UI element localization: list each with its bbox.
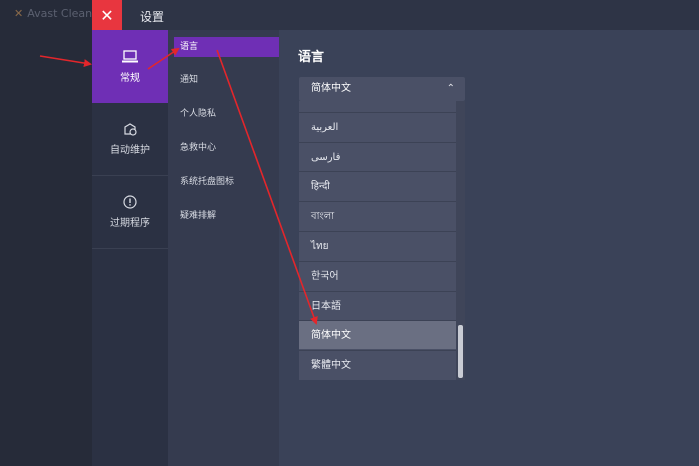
category-label: 常规	[120, 72, 140, 84]
category-label: 过期程序	[110, 218, 150, 229]
subnav-item-notifications[interactable]: 通知	[174, 70, 279, 90]
language-option[interactable]: 한국어	[299, 261, 456, 290]
close-icon: ✕	[100, 5, 114, 25]
background-app-name: Avast Clean	[27, 7, 93, 20]
laptop-icon	[122, 49, 138, 62]
language-option[interactable]: ไทย	[299, 231, 456, 260]
language-option[interactable]: हिन्दी	[299, 171, 456, 200]
category-general[interactable]: 常规	[92, 30, 168, 103]
language-option[interactable]: 日本語	[299, 291, 456, 320]
category-auto-maintenance[interactable]: 自动维护	[92, 103, 168, 176]
background-app-logo: ✕ Avast Clean	[14, 7, 92, 20]
subnav-item-privacy[interactable]: 个人隐私	[174, 104, 279, 124]
subnav-item-troubleshooting[interactable]: 疑难排解	[174, 206, 279, 226]
language-option[interactable]: 繁體中文	[299, 350, 456, 379]
language-select-value: 简体中文	[311, 83, 351, 94]
avast-logo-icon: ✕	[14, 7, 24, 20]
settings-subnav: 语言 通知 个人隐私 急救中心 系统托盘图标 疑难排解	[168, 30, 279, 466]
close-button[interactable]: ✕	[92, 0, 122, 30]
subnav-item-language[interactable]: 语言	[174, 37, 279, 57]
language-option[interactable]: العربية	[299, 112, 456, 141]
language-option[interactable]: বাংলা	[299, 201, 456, 230]
window-title: 设置	[140, 10, 165, 24]
category-sidebar: 常规 自动维护 过期程序	[92, 30, 168, 466]
language-option-selected[interactable]: 简体中文	[299, 320, 456, 349]
category-expired-programs[interactable]: 过期程序	[92, 176, 168, 249]
category-label: 自动维护	[110, 145, 150, 156]
alert-icon	[123, 195, 137, 209]
subnav-item-rescue-center[interactable]: 急救中心	[174, 138, 279, 158]
language-option[interactable]: فارسی	[299, 142, 456, 171]
title-bar	[92, 0, 699, 30]
dropdown-scrollbar-thumb[interactable]	[458, 325, 463, 378]
language-dropdown-list: العربية فارسی हिन्दी বাংলা ไทย 한국어 日本語 简…	[299, 101, 465, 380]
background-app-window: ✕ Avast Clean	[0, 0, 92, 466]
maintenance-icon	[124, 123, 137, 136]
language-select[interactable]: 简体中文 ⌃	[299, 77, 465, 101]
chevron-up-icon: ⌃	[446, 83, 455, 94]
subnav-item-tray-icon[interactable]: 系统托盘图标	[174, 172, 279, 192]
section-title: 语言	[298, 50, 325, 65]
